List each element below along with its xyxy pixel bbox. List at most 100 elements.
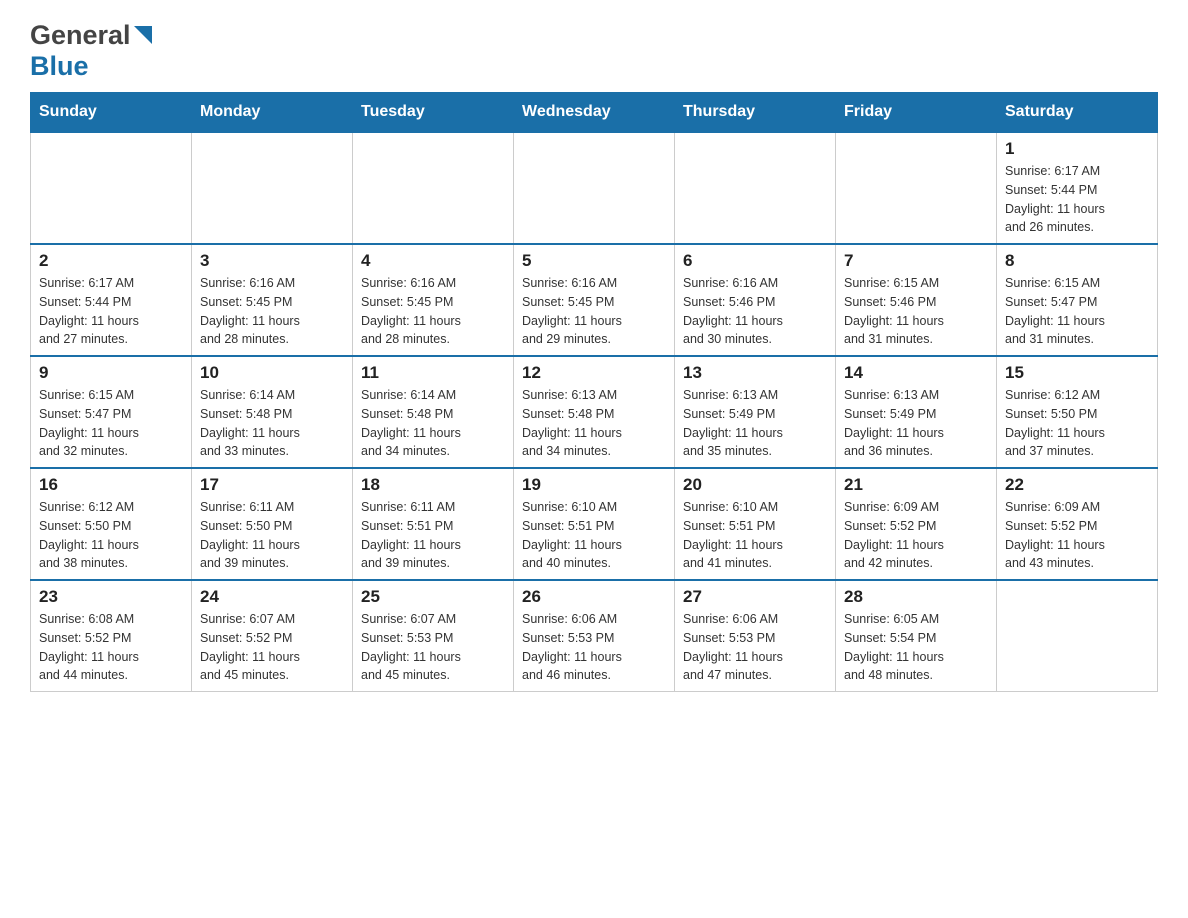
day-info: Sunrise: 6:15 AM Sunset: 5:47 PM Dayligh… (39, 386, 183, 461)
day-info: Sunrise: 6:12 AM Sunset: 5:50 PM Dayligh… (1005, 386, 1149, 461)
calendar-cell: 18 Sunrise: 6:11 AM Sunset: 5:51 PM Dayli… (353, 468, 514, 580)
logo: General Blue (30, 20, 152, 82)
calendar-cell: 28Sunrise: 6:05 AM Sunset: 5:54 PM Dayli… (836, 580, 997, 692)
calendar-cell: 4 Sunrise: 6:16 AM Sunset: 5:45 PM Daylig… (353, 244, 514, 356)
day-header-tuesday: Tuesday (353, 93, 514, 133)
logo-general-text: General (30, 20, 131, 51)
day-info: Sunrise: 6:16 AM Sunset: 5:46 PM Dayligh… (683, 274, 827, 349)
day-info: Sunrise: 6:11 AM Sunset: 5:51 PM Dayligh… (361, 498, 505, 573)
day-number: 24 (200, 587, 344, 607)
week-row-2: 2 Sunrise: 6:17 AM Sunset: 5:44 PM Daylig… (31, 244, 1158, 356)
calendar-cell: 22 Sunrise: 6:09 AM Sunset: 5:52 PM Dayli… (997, 468, 1158, 580)
day-info: Sunrise: 6:13 AM Sunset: 5:49 PM Dayligh… (844, 386, 988, 461)
calendar-cell (31, 132, 192, 244)
calendar-cell: 26 Sunrise: 6:06 AM Sunset: 5:53 PM Dayli… (514, 580, 675, 692)
calendar-cell: 24 Sunrise: 6:07 AM Sunset: 5:52 PM Dayli… (192, 580, 353, 692)
day-number: 21 (844, 475, 988, 495)
calendar-cell: 9 Sunrise: 6:15 AM Sunset: 5:47 PM Daylig… (31, 356, 192, 468)
calendar-cell: 7 Sunrise: 6:15 AM Sunset: 5:46 PM Daylig… (836, 244, 997, 356)
day-number: 4 (361, 251, 505, 271)
day-number: 18 (361, 475, 505, 495)
day-number: 15 (1005, 363, 1149, 383)
calendar-cell: 17Sunrise: 6:11 AM Sunset: 5:50 PM Dayli… (192, 468, 353, 580)
day-info: Sunrise: 6:09 AM Sunset: 5:52 PM Dayligh… (844, 498, 988, 573)
day-info: Sunrise: 6:10 AM Sunset: 5:51 PM Dayligh… (683, 498, 827, 573)
day-number: 8 (1005, 251, 1149, 271)
page-header: General Blue (30, 20, 1158, 82)
calendar-cell: 21 Sunrise: 6:09 AM Sunset: 5:52 PM Dayli… (836, 468, 997, 580)
day-info: Sunrise: 6:17 AM Sunset: 5:44 PM Dayligh… (39, 274, 183, 349)
day-info: Sunrise: 6:08 AM Sunset: 5:52 PM Dayligh… (39, 610, 183, 685)
day-info: Sunrise: 6:10 AM Sunset: 5:51 PM Dayligh… (522, 498, 666, 573)
day-number: 1 (1005, 139, 1149, 159)
calendar-cell: 10 Sunrise: 6:14 AM Sunset: 5:48 PM Dayli… (192, 356, 353, 468)
day-header-monday: Monday (192, 93, 353, 133)
calendar-cell: 13 Sunrise: 6:13 AM Sunset: 5:49 PM Dayli… (675, 356, 836, 468)
day-info: Sunrise: 6:13 AM Sunset: 5:49 PM Dayligh… (683, 386, 827, 461)
calendar-cell (836, 132, 997, 244)
day-number: 16 (39, 475, 183, 495)
calendar-cell: 3 Sunrise: 6:16 AM Sunset: 5:45 PM Daylig… (192, 244, 353, 356)
day-number: 17 (200, 475, 344, 495)
calendar-cell: 12 Sunrise: 6:13 AM Sunset: 5:48 PM Dayli… (514, 356, 675, 468)
week-row-1: 1 Sunrise: 6:17 AM Sunset: 5:44 PM Daylig… (31, 132, 1158, 244)
day-header-saturday: Saturday (997, 93, 1158, 133)
day-info: Sunrise: 6:17 AM Sunset: 5:44 PM Dayligh… (1005, 162, 1149, 237)
day-number: 20 (683, 475, 827, 495)
day-number: 2 (39, 251, 183, 271)
week-row-5: 23Sunrise: 6:08 AM Sunset: 5:52 PM Dayli… (31, 580, 1158, 692)
day-info: Sunrise: 6:06 AM Sunset: 5:53 PM Dayligh… (683, 610, 827, 685)
day-number: 14 (844, 363, 988, 383)
calendar-cell: 15 Sunrise: 6:12 AM Sunset: 5:50 PM Dayli… (997, 356, 1158, 468)
day-info: Sunrise: 6:07 AM Sunset: 5:52 PM Dayligh… (200, 610, 344, 685)
day-info: Sunrise: 6:14 AM Sunset: 5:48 PM Dayligh… (200, 386, 344, 461)
calendar-cell (192, 132, 353, 244)
day-info: Sunrise: 6:15 AM Sunset: 5:46 PM Dayligh… (844, 274, 988, 349)
day-number: 28 (844, 587, 988, 607)
day-header-wednesday: Wednesday (514, 93, 675, 133)
calendar-cell: 8 Sunrise: 6:15 AM Sunset: 5:47 PM Daylig… (997, 244, 1158, 356)
day-number: 26 (522, 587, 666, 607)
calendar-cell: 5Sunrise: 6:16 AM Sunset: 5:45 PM Daylig… (514, 244, 675, 356)
day-number: 11 (361, 363, 505, 383)
week-row-4: 16 Sunrise: 6:12 AM Sunset: 5:50 PM Dayli… (31, 468, 1158, 580)
day-info: Sunrise: 6:15 AM Sunset: 5:47 PM Dayligh… (1005, 274, 1149, 349)
day-header-friday: Friday (836, 93, 997, 133)
calendar-cell (514, 132, 675, 244)
day-number: 10 (200, 363, 344, 383)
day-number: 6 (683, 251, 827, 271)
logo-triangle-icon (134, 26, 152, 49)
day-number: 12 (522, 363, 666, 383)
day-info: Sunrise: 6:12 AM Sunset: 5:50 PM Dayligh… (39, 498, 183, 573)
day-info: Sunrise: 6:14 AM Sunset: 5:48 PM Dayligh… (361, 386, 505, 461)
day-info: Sunrise: 6:13 AM Sunset: 5:48 PM Dayligh… (522, 386, 666, 461)
calendar-cell: 1 Sunrise: 6:17 AM Sunset: 5:44 PM Daylig… (997, 132, 1158, 244)
day-number: 19 (522, 475, 666, 495)
day-number: 3 (200, 251, 344, 271)
calendar-cell: 2 Sunrise: 6:17 AM Sunset: 5:44 PM Daylig… (31, 244, 192, 356)
calendar-cell: 6 Sunrise: 6:16 AM Sunset: 5:46 PM Daylig… (675, 244, 836, 356)
calendar-cell: 27Sunrise: 6:06 AM Sunset: 5:53 PM Dayli… (675, 580, 836, 692)
day-number: 25 (361, 587, 505, 607)
day-info: Sunrise: 6:16 AM Sunset: 5:45 PM Dayligh… (200, 274, 344, 349)
day-info: Sunrise: 6:09 AM Sunset: 5:52 PM Dayligh… (1005, 498, 1149, 573)
calendar-cell: 23Sunrise: 6:08 AM Sunset: 5:52 PM Dayli… (31, 580, 192, 692)
calendar-cell: 16 Sunrise: 6:12 AM Sunset: 5:50 PM Dayli… (31, 468, 192, 580)
calendar-cell: 25 Sunrise: 6:07 AM Sunset: 5:53 PM Dayli… (353, 580, 514, 692)
day-header-sunday: Sunday (31, 93, 192, 133)
day-number: 22 (1005, 475, 1149, 495)
day-number: 9 (39, 363, 183, 383)
calendar-cell: 19 Sunrise: 6:10 AM Sunset: 5:51 PM Dayli… (514, 468, 675, 580)
day-info: Sunrise: 6:07 AM Sunset: 5:53 PM Dayligh… (361, 610, 505, 685)
week-row-3: 9 Sunrise: 6:15 AM Sunset: 5:47 PM Daylig… (31, 356, 1158, 468)
day-info: Sunrise: 6:06 AM Sunset: 5:53 PM Dayligh… (522, 610, 666, 685)
logo-blue-text: Blue (30, 51, 89, 82)
calendar-header-row: SundayMondayTuesdayWednesdayThursdayFrid… (31, 93, 1158, 133)
day-info: Sunrise: 6:16 AM Sunset: 5:45 PM Dayligh… (361, 274, 505, 349)
calendar-cell (997, 580, 1158, 692)
calendar-cell: 20 Sunrise: 6:10 AM Sunset: 5:51 PM Dayli… (675, 468, 836, 580)
day-header-thursday: Thursday (675, 93, 836, 133)
day-number: 7 (844, 251, 988, 271)
calendar-table: SundayMondayTuesdayWednesdayThursdayFrid… (30, 92, 1158, 692)
day-number: 13 (683, 363, 827, 383)
